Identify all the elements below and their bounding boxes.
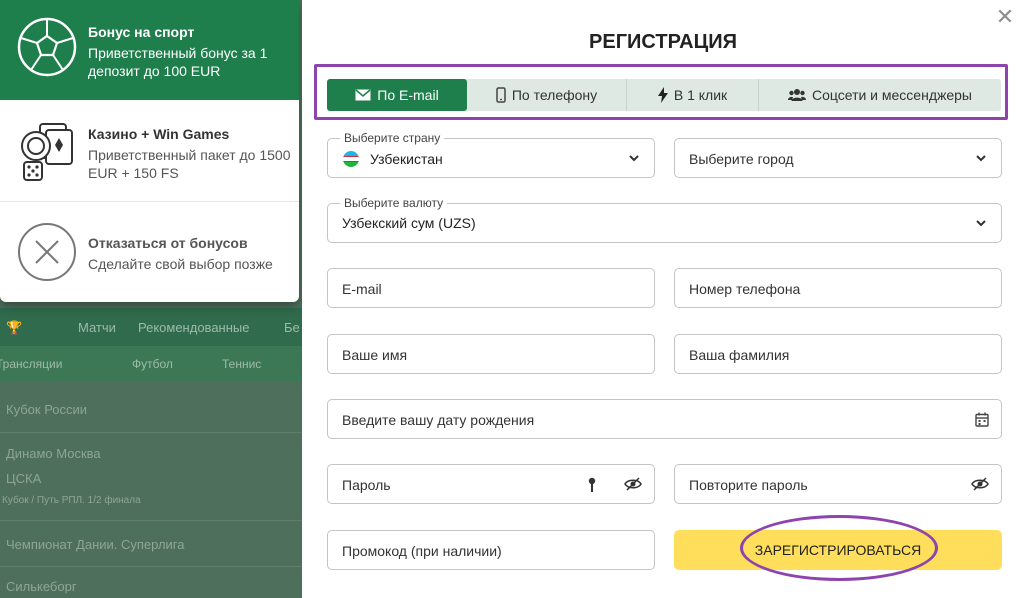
- bonus-title: Отказаться от бонусов: [88, 235, 248, 251]
- bg-row: Чемпионат Дании. Суперлига: [6, 537, 185, 552]
- lightning-icon: [657, 87, 668, 103]
- bg-row: ЦСКА: [6, 471, 42, 486]
- currency-select[interactable]: Выберите валюту Узбекский сум (UZS): [327, 196, 1002, 243]
- bg-subnav-item: Теннис: [222, 357, 262, 371]
- tab-email[interactable]: По E-mail: [327, 79, 467, 111]
- uzbekistan-flag-icon: [343, 151, 359, 167]
- tabs-highlight-frame: По E-mail По телефону В 1 клик Соцсети и…: [314, 64, 1008, 120]
- country-value: Узбекистан: [370, 151, 443, 167]
- email-placeholder: E-mail: [342, 281, 382, 297]
- bg-row: Силькеборг: [6, 579, 77, 594]
- first-name-field[interactable]: Ваше имя: [327, 334, 655, 374]
- promo-code-placeholder: Промокод (при наличии): [342, 543, 502, 559]
- calendar-icon[interactable]: [975, 412, 989, 427]
- envelope-icon: [355, 89, 371, 101]
- trophy-icon: 🏆: [6, 320, 23, 335]
- email-field[interactable]: E-mail: [327, 268, 655, 308]
- country-select-label: Выберите страну: [340, 131, 445, 145]
- bg-nav-item: Бе: [284, 320, 300, 335]
- currency-value: Узбекский сум (UZS): [342, 215, 476, 231]
- bonus-option-casino[interactable]: Казино + Win Games Приветственный пакет …: [0, 100, 299, 201]
- chevron-down-icon: [976, 220, 986, 227]
- bonus-description: Приветственный пакет до 1500 EUR + 150 F…: [88, 147, 291, 181]
- close-icon[interactable]: ✕: [994, 6, 1016, 28]
- soccer-ball-icon: [17, 17, 77, 77]
- eye-hidden-icon[interactable]: [971, 477, 989, 491]
- bg-nav-item: Матчи: [78, 320, 116, 335]
- bg-subnav-item: Футбол: [132, 357, 173, 371]
- city-select-placeholder: Выберите город: [689, 151, 794, 167]
- register-button[interactable]: ЗАРЕГИСТРИРОВАТЬСЯ: [674, 530, 1002, 570]
- birth-date-field[interactable]: Введите вашу дату рождения: [327, 399, 1002, 439]
- casino-chips-icon: [21, 123, 73, 181]
- tab-phone[interactable]: По телефону: [467, 79, 627, 111]
- chevron-down-icon: [629, 155, 639, 162]
- last-name-field[interactable]: Ваша фамилия: [674, 334, 1002, 374]
- users-icon: [787, 89, 806, 101]
- phone-field[interactable]: Номер телефона: [674, 268, 1002, 308]
- tab-label: В 1 клик: [673, 87, 728, 103]
- country-select[interactable]: Выберите страну Узбекистан: [327, 131, 655, 178]
- background-subnav: Трансляции Футбол Теннис: [0, 346, 302, 382]
- password-field[interactable]: Пароль: [327, 464, 655, 504]
- first-name-placeholder: Ваше имя: [342, 347, 408, 363]
- bonus-description: Приветственный бонус за 1 депозит до 100…: [88, 45, 268, 79]
- password-placeholder: Пароль: [342, 477, 391, 493]
- divider: [0, 432, 302, 433]
- promo-code-field[interactable]: Промокод (при наличии): [327, 530, 655, 570]
- divider: [0, 566, 302, 567]
- currency-select-label: Выберите валюту: [340, 196, 448, 210]
- bonus-panel: Бонус на спорт Приветственный бонус за 1…: [0, 0, 299, 302]
- bonus-option-decline[interactable]: Отказаться от бонусов Сделайте свой выбо…: [0, 202, 299, 302]
- divider: [0, 520, 302, 521]
- tab-social[interactable]: Соцсети и мессенджеры: [759, 79, 1001, 111]
- birth-date-placeholder: Введите вашу дату рождения: [342, 412, 535, 428]
- bonus-option-sport[interactable]: Бонус на спорт Приветственный бонус за 1…: [0, 0, 299, 100]
- bonus-title: Бонус на спорт: [88, 24, 195, 40]
- background-nav: 🏆 Матчи Рекомендованные Бе: [0, 308, 302, 346]
- bg-row: Кубок России: [6, 402, 88, 417]
- tab-label: По телефону: [511, 87, 598, 103]
- decline-x-icon: [18, 223, 76, 281]
- bg-row: Динамо Москва: [6, 446, 101, 461]
- registration-tabs: По E-mail По телефону В 1 клик Соцсети и…: [327, 79, 1001, 111]
- bg-nav-item: Рекомендованные: [138, 320, 250, 335]
- tab-one-click[interactable]: В 1 клик: [627, 79, 759, 111]
- bonus-title: Казино + Win Games: [88, 126, 230, 142]
- password-repeat-placeholder: Повторите пароль: [689, 477, 808, 493]
- last-name-placeholder: Ваша фамилия: [689, 347, 790, 363]
- phone-placeholder: Номер телефона: [689, 281, 801, 297]
- city-select[interactable]: Выберите город: [674, 138, 1002, 178]
- chevron-down-icon: [976, 155, 986, 162]
- tab-label: Соцсети и мессенджеры: [811, 87, 972, 103]
- bonus-description: Сделайте свой выбор позже: [88, 256, 273, 272]
- eye-hidden-icon[interactable]: [624, 477, 642, 491]
- tab-label: По E-mail: [377, 87, 439, 103]
- key-icon[interactable]: [588, 477, 596, 493]
- modal-title: РЕГИСТРАЦИЯ: [589, 31, 737, 53]
- phone-icon: [496, 87, 506, 103]
- bg-row: Кубок / Путь РПЛ. 1/2 финала: [2, 495, 141, 506]
- registration-modal: ✕ РЕГИСТРАЦИЯ По E-mail По телефону В 1 …: [302, 0, 1024, 598]
- bg-subnav-item: Трансляции: [0, 357, 63, 371]
- password-repeat-field[interactable]: Повторите пароль: [674, 464, 1002, 504]
